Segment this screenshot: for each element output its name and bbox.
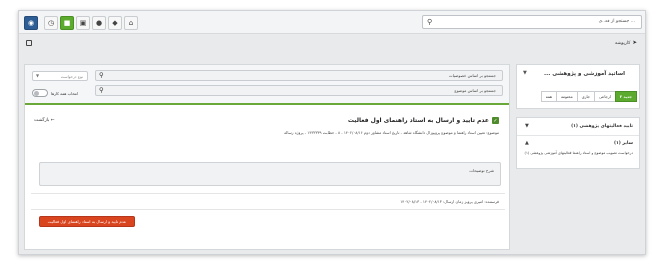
folder-icon[interactable]: ■ [60,16,74,30]
person-icon[interactable]: ● [92,16,106,30]
section-research-approval[interactable]: ▼ تایید فعالیتهای پژوهشی (۱) [517,120,639,134]
task-subject-line: موضوع: تعیین استاد راهنما و موضوع پروپوز… [284,130,499,135]
features-search-placeholder: جستجو بر اساس خصوصیات [448,73,496,78]
divider [31,209,505,210]
search-icon: ⚲ [99,86,104,94]
divider [31,193,505,194]
request-type-select[interactable]: ▼ نوع درخواست [32,71,88,81]
task-title-row: عدم تایید و ارسال به استاد راهنمای اول ف… [348,117,499,124]
select-all-toggle[interactable] [32,89,48,97]
description-label: شرح توضیحات [469,168,494,173]
subject-search-input[interactable]: ⚲ جستجو بر اساس موضوع [95,85,503,96]
sender-line: فرستنده: امیری پرویز زمان ارسال: ۱۴۰۲/۰۸… [400,199,499,204]
breadcrumb-row: کارپوشه ➤ [19,34,645,54]
chevron-down-icon[interactable]: ▼ [523,70,527,76]
box-icon[interactable]: ◆ [108,16,122,30]
inbox-icon[interactable]: ▣ [76,16,90,30]
back-circle-icon: ➤ [632,40,637,46]
chevron-up-icon: ▲ [525,140,529,146]
clock-icon[interactable]: ◷ [44,16,58,30]
global-search-placeholder: جستجو از فه..ی ... [598,19,635,24]
reject-send-button[interactable]: عدم تایید و ارسال به استاد راهنمای اول ف… [39,216,135,227]
folder-tabs: ۲ جدید ارجاعی جاری مختومه همه [540,91,637,102]
task-panel: ⚲ جستجو بر اساس خصوصیات ⚲ جستجو بر اساس … [24,64,510,250]
section-other[interactable]: ▲ سایر (۱) [517,137,639,151]
tab-current[interactable]: جاری [576,91,595,102]
chevron-down-icon: ▼ [36,73,40,78]
section-label: سایر (۱) [613,141,633,146]
tab-all[interactable]: همه [540,91,557,102]
tab-closed[interactable]: مختومه [555,91,578,102]
breadcrumb-label: کارپوشه [614,40,631,46]
home-icon[interactable]: ⌂ [124,16,138,30]
profile-name[interactable]: ... اساتید آموزشی و پژوهشی [544,71,625,77]
subject-search-placeholder: جستجو بر اساس موضوع [454,88,496,93]
global-search-input[interactable]: ⚲ جستجو از فه..ی ... [422,15,642,29]
section-label: تایید فعالیتهای پژوهشی (۱) [571,124,633,129]
back-link[interactable]: بازگشت ← [34,118,55,123]
window-icon[interactable] [26,40,32,46]
task-title: عدم تایید و ارسال به استاد راهنمای اول ف… [347,117,489,124]
category-list: ▼ تایید فعالیتهای پژوهشی (۱) ▲ سایر (۱) … [516,117,640,169]
list-item[interactable]: درخواست تصویب موضوع و استاد راهنما فعالی… [525,151,633,155]
search-icon: ⚲ [427,18,433,26]
divider [517,135,639,136]
select-all-label: انتخاب همه کارها [51,91,79,96]
description-field[interactable]: شرح توضیحات [39,162,501,186]
chevron-down-icon: ▼ [525,123,529,129]
app-window: ◉ ◷ ■ ▣ ● ◆ ⌂ ⚲ جستجو از فه..ی ... کارپو… [18,10,646,255]
user-profile-icon[interactable]: ◉ [24,16,38,30]
check-icon: ✓ [492,117,499,124]
request-type-placeholder: نوع درخواست [60,74,83,79]
filter-bar: ⚲ جستجو بر اساس خصوصیات ⚲ جستجو بر اساس … [25,65,509,105]
breadcrumb[interactable]: کارپوشه ➤ [615,40,637,46]
tab-new[interactable]: ۲ جدید [614,91,637,102]
features-search-input[interactable]: ⚲ جستجو بر اساس خصوصیات [95,70,503,81]
search-icon: ⚲ [99,71,104,79]
top-toolbar: ◉ ◷ ■ ▣ ● ◆ ⌂ ⚲ جستجو از فه..ی ... [19,11,645,34]
profile-card: ▼ ... اساتید آموزشی و پژوهشی ۲ جدید ارجا… [516,64,640,109]
tab-referred[interactable]: ارجاعی [593,91,616,102]
side-panel: ▼ ... اساتید آموزشی و پژوهشی ۲ جدید ارجا… [516,64,640,250]
